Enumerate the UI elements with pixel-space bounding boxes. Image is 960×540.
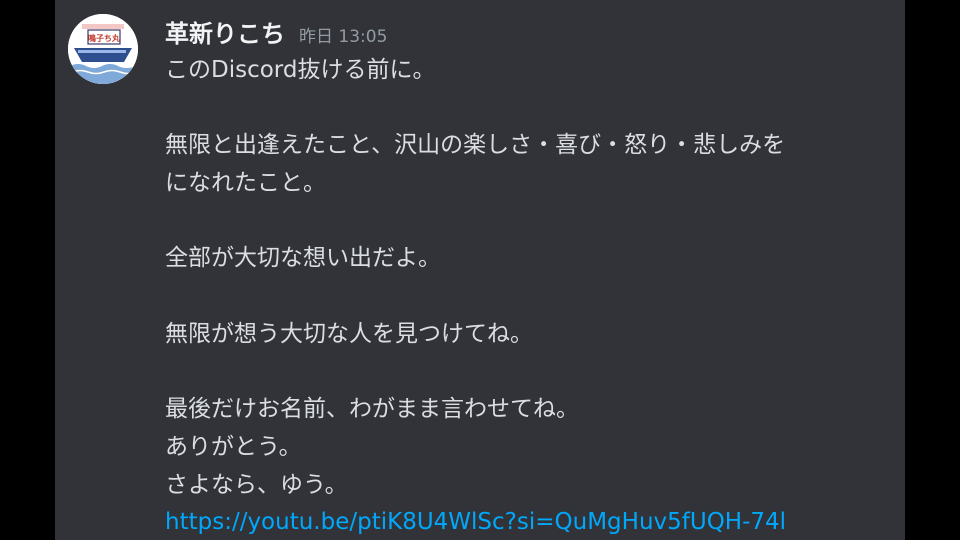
message-line: このDiscord抜ける前に。 [165, 57, 436, 83]
boat-avatar-icon: 鳴子ち丸 [68, 14, 138, 84]
message-line [165, 90, 905, 128]
message-line: になれたこと。 [165, 170, 326, 197]
message-line: 最後だけお名前、わがまま言わせてね。 [165, 396, 579, 423]
message-content: このDiscord抜ける前に。 無限と出逢えたこと、沢山の楽しさ・喜び・怒り・悲… [165, 52, 905, 540]
message-pane: 鳴子ち丸 革新りこち 昨日 13:05 このDiscord抜ける前に。 無限と出… [55, 0, 905, 540]
message-line: 全部が大切な想い出だよ。 [165, 245, 441, 272]
message-line-link: https://youtu.be/ptiK8U4WlSc?si=QuMgHuv5… [165, 504, 905, 540]
avatar[interactable]: 鳴子ち丸 [68, 14, 138, 84]
youtube-link[interactable]: https://youtu.be/ptiK8U4WlSc?si=QuMgHuv5… [165, 509, 786, 535]
message-line [165, 354, 905, 392]
message-line: ありがとう。 [165, 433, 302, 460]
message-line [165, 203, 905, 241]
message-line: 無限と出逢えたこと、沢山の楽しさ・喜び・怒り・悲しみを [165, 132, 786, 159]
avatar-text: 鳴子ち丸 [88, 33, 121, 43]
username[interactable]: 革新りこち [165, 14, 285, 49]
message-line: さよなら、ゆう。 [165, 471, 348, 498]
message-header: 革新りこち 昨日 13:05 [165, 14, 387, 50]
message-line [165, 278, 905, 316]
timestamp[interactable]: 昨日 13:05 [299, 22, 387, 47]
message-line: 無限が想う大切な人を見つけてね。 [165, 320, 533, 347]
